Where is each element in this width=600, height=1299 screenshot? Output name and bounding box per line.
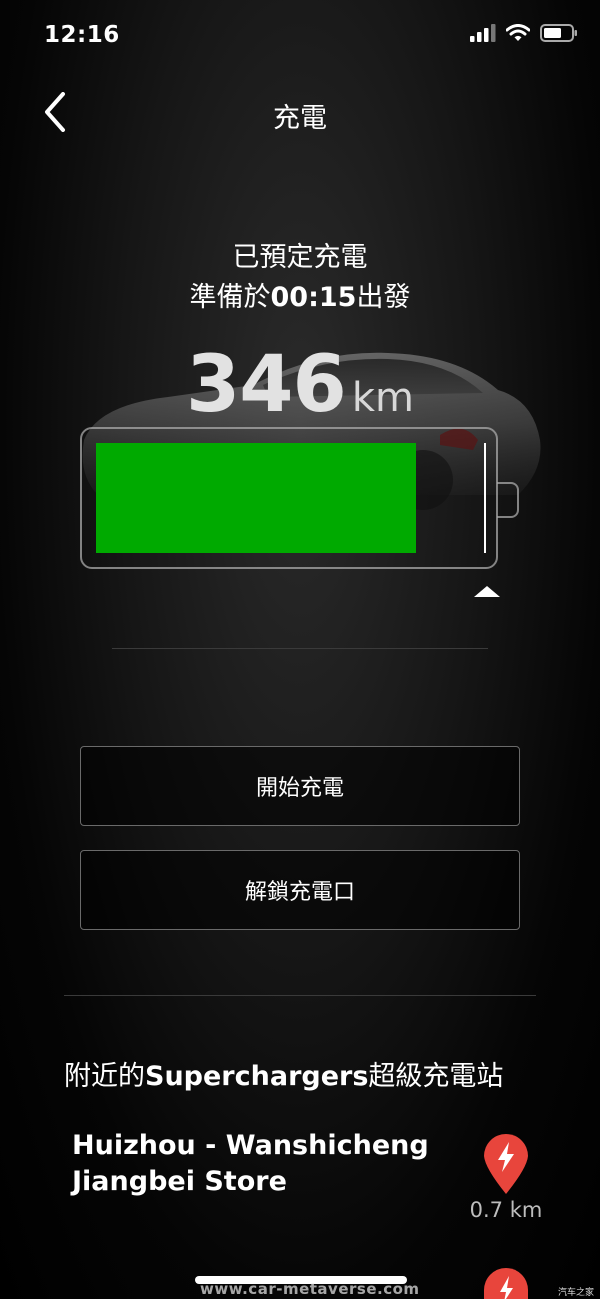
divider [64, 995, 536, 996]
range-unit: km [351, 375, 414, 421]
range-display: 346 km [0, 340, 600, 430]
station-name: Huizhou - Wanshicheng Jiangbei Store [72, 1128, 452, 1200]
range-value: 346 [186, 340, 347, 430]
battery-fill [96, 443, 416, 553]
supercharger-pin-icon [484, 1134, 528, 1194]
superchargers-heading: 附近的Superchargers超級充電站 [64, 1054, 503, 1093]
heading-prefix: 附近的 [64, 1061, 145, 1092]
page-title: 充電 [273, 103, 327, 134]
departure-prefix: 準備於 [189, 282, 271, 313]
charge-limit-line [484, 443, 486, 553]
charging-screen: 12:16 充電 已預定充電 準備於00:15出發 346 km 開始充電 解鎖… [0, 0, 600, 1299]
signal-icon [470, 24, 496, 42]
watermark: www.car-metaverse.com [200, 1280, 420, 1298]
departure-line: 準備於00:15出發 [0, 278, 600, 318]
battery-track [96, 443, 486, 553]
heading-suffix: 超級充電站 [368, 1061, 504, 1092]
station-distance: 0.7 km [469, 1198, 543, 1222]
wifi-icon [506, 24, 530, 41]
status-icons [470, 24, 578, 42]
charge-limit-slider[interactable] [474, 586, 500, 597]
departure-time: 00:15 [270, 282, 357, 313]
station-name-line2: Jiangbei Store [72, 1166, 287, 1197]
charge-status: 已預定充電 準備於00:15出發 [0, 238, 600, 318]
battery-gauge [80, 427, 498, 569]
battery-icon [540, 24, 577, 42]
supercharger-pin-icon [484, 1268, 528, 1299]
heading-bold: Superchargers [145, 1061, 369, 1092]
battery-terminal [497, 482, 519, 518]
station-name-line1: Huizhou - Wanshicheng [72, 1130, 429, 1161]
unlock-charge-port-button[interactable]: 解鎖充電口 [80, 850, 520, 930]
start-charging-button[interactable]: 開始充電 [80, 746, 520, 826]
logo-mark: 汽车之家 [557, 1288, 594, 1298]
status-time: 12:16 [44, 22, 120, 48]
scheduled-charging-label: 已預定充電 [232, 242, 368, 273]
supercharger-list-item[interactable]: Huizhou - Wanshicheng Jiangbei Store 0.7… [0, 1128, 600, 1222]
divider [112, 648, 488, 649]
departure-suffix: 出發 [356, 282, 411, 313]
